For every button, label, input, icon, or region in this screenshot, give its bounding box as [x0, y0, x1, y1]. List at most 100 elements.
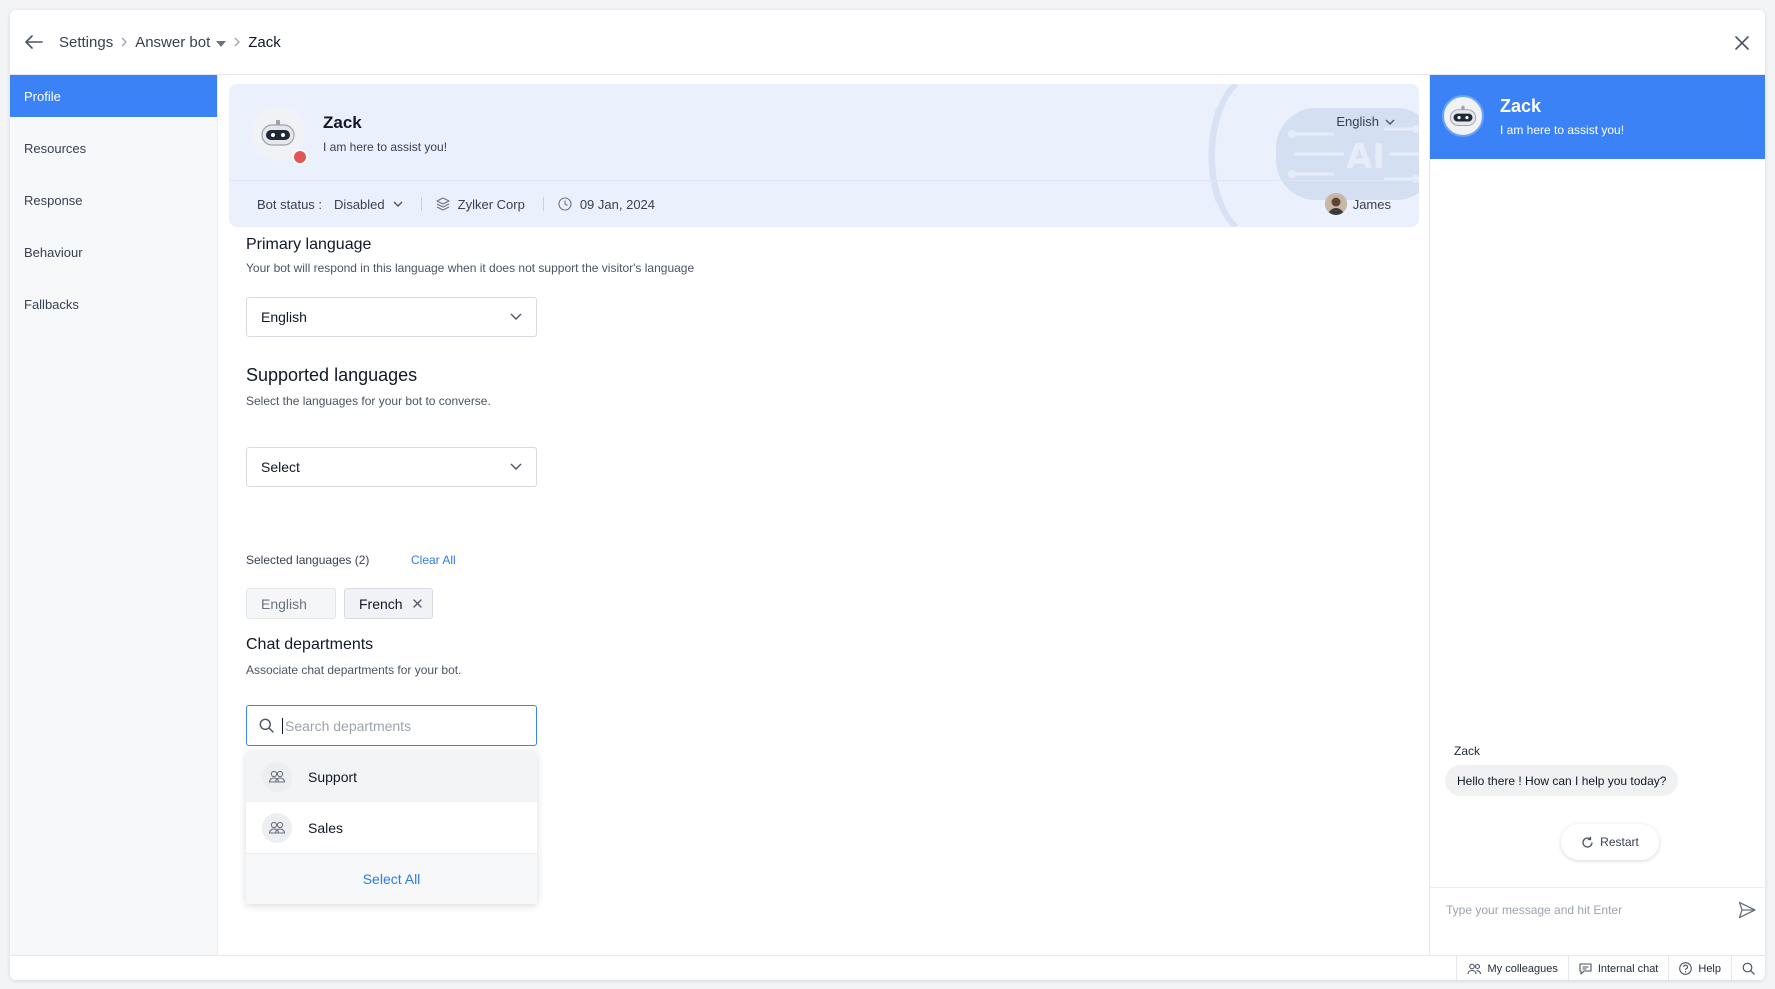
global-search-button[interactable] [1731, 956, 1765, 980]
department-option-label: Sales [308, 819, 344, 836]
top-bar: Settings Answer bot Zack [10, 10, 1765, 75]
chevron-down-icon [510, 463, 522, 470]
bot-status-select[interactable]: Disabled [334, 197, 403, 212]
restart-label: Restart [1600, 835, 1639, 849]
company-name: Zylker Corp [457, 196, 525, 212]
restart-button[interactable]: Restart [1561, 824, 1659, 860]
bot-owner: James [1324, 193, 1391, 215]
bot-status-value: Disabled [334, 196, 385, 212]
select-all-button[interactable]: Select All [246, 853, 537, 904]
department-option-sales[interactable]: Sales [246, 802, 537, 853]
primary-language-select[interactable]: English [246, 297, 537, 337]
caret-down-icon [216, 40, 227, 47]
remove-chip-button[interactable] [412, 599, 422, 608]
card-divider [229, 180, 1419, 181]
breadcrumb: Settings Answer bot Zack [59, 32, 281, 52]
my-colleagues-button[interactable]: My colleagues [1455, 956, 1568, 980]
department-search-field [246, 705, 537, 746]
main-content: AI Zack I am here to assist you! English… [218, 75, 1429, 955]
close-icon [1735, 36, 1749, 50]
chat-icon [1579, 962, 1592, 975]
supported-languages-title: Supported languages [246, 365, 418, 385]
language-chip-english: English [246, 588, 336, 619]
sidebar-item-behaviour[interactable]: Behaviour [10, 231, 217, 273]
department-search-input[interactable] [282, 717, 512, 734]
robot-icon [1449, 105, 1477, 126]
bot-meta-row: Bot status : Disabled Zylker Corp 09 Jan… [257, 194, 655, 214]
preview-bot-tagline: I am here to assist you! [1500, 123, 1625, 137]
group-icon [262, 761, 292, 792]
chat-departments-title: Chat departments [246, 636, 374, 653]
people-icon [1466, 963, 1481, 974]
chevron-down-icon [510, 313, 522, 320]
internal-chat-button[interactable]: Internal chat [1567, 956, 1669, 980]
svg-text:AI: AI [1346, 137, 1385, 177]
chat-preview-panel: Zack I am here to assist you! Zack Hello… [1429, 75, 1765, 955]
profile-language-select[interactable]: English [1336, 114, 1395, 129]
clock-icon [558, 197, 572, 211]
chevron-down-icon [393, 201, 403, 207]
meta-divider [542, 197, 544, 211]
arrow-left-icon [25, 35, 43, 49]
sidebar-item-resources[interactable]: Resources [10, 127, 217, 169]
bot-profile-card: AI Zack I am here to assist you! English… [229, 84, 1419, 227]
settings-sidebar: Profile Resources Response Behaviour Fal… [10, 75, 218, 955]
message-input[interactable] [1446, 900, 1726, 920]
owner-avatar [1324, 193, 1347, 215]
created-date: 09 Jan, 2024 [579, 196, 656, 212]
clear-all-link[interactable]: Clear All [411, 553, 456, 567]
bot-name: Zack [323, 113, 362, 132]
send-button[interactable] [1736, 899, 1758, 921]
language-chip-label: French [359, 595, 403, 612]
chat-message-bubble: Hello there ! How can I help you today? [1445, 765, 1679, 796]
department-dropdown: Support Sales Select All [246, 751, 537, 904]
help-button[interactable]: Help [1668, 956, 1731, 980]
chat-departments-description: Associate chat departments for your bot. [246, 663, 462, 677]
breadcrumb-answer-bot[interactable]: Answer bot [135, 33, 227, 51]
supported-languages-select[interactable]: Select [246, 447, 537, 487]
close-button[interactable] [1731, 32, 1753, 54]
my-colleagues-label: My colleagues [1487, 962, 1558, 975]
breadcrumb-answer-bot-label: Answer bot [135, 33, 211, 51]
preview-bot-avatar [1442, 95, 1484, 137]
breadcrumb-current: Zack [248, 33, 281, 51]
back-button[interactable] [22, 32, 46, 52]
status-indicator [292, 149, 308, 165]
send-icon [1738, 901, 1756, 919]
primary-language-value: English [261, 309, 307, 325]
robot-icon [261, 120, 295, 146]
sidebar-item-profile[interactable]: Profile [10, 75, 217, 117]
supported-languages-placeholder: Select [261, 459, 300, 475]
help-icon [1679, 962, 1693, 975]
app-window: Settings Answer bot Zack Profile Resourc… [10, 10, 1765, 980]
department-option-support[interactable]: Support [246, 751, 537, 802]
breadcrumb-settings[interactable]: Settings [59, 34, 113, 51]
primary-language-description: Your bot will respond in this language w… [246, 261, 695, 275]
language-chip-label: English [261, 595, 307, 612]
bot-tagline: I am here to assist you! [323, 140, 448, 154]
refresh-icon [1582, 836, 1593, 848]
chevron-right-icon [121, 37, 128, 47]
meta-divider [420, 197, 422, 211]
bot-status-label: Bot status : [257, 196, 323, 212]
bottom-status-bar: My colleagues Internal chat Help [10, 955, 1765, 980]
language-chip-french: French [344, 588, 433, 619]
sidebar-item-response[interactable]: Response [10, 179, 217, 221]
search-icon [259, 718, 274, 733]
chevron-right-icon [234, 37, 241, 47]
internal-chat-label: Internal chat [1597, 962, 1659, 975]
layers-icon [436, 197, 450, 211]
message-sender: Zack [1454, 744, 1481, 758]
chat-preview-header: Zack I am here to assist you! [1430, 75, 1765, 159]
preview-bot-name: Zack [1500, 96, 1542, 116]
supported-languages-description: Select the languages for your bot to con… [246, 394, 491, 408]
help-label: Help [1698, 962, 1721, 975]
group-icon [262, 812, 292, 843]
sidebar-item-fallbacks[interactable]: Fallbacks [10, 283, 217, 325]
message-composer [1430, 887, 1765, 932]
bottom-bar-items: My colleagues Internal chat Help [1455, 956, 1766, 980]
primary-language-title: Primary language [246, 236, 372, 253]
profile-language-value: English [1336, 114, 1379, 129]
search-icon [1742, 962, 1755, 975]
close-icon [412, 599, 422, 608]
